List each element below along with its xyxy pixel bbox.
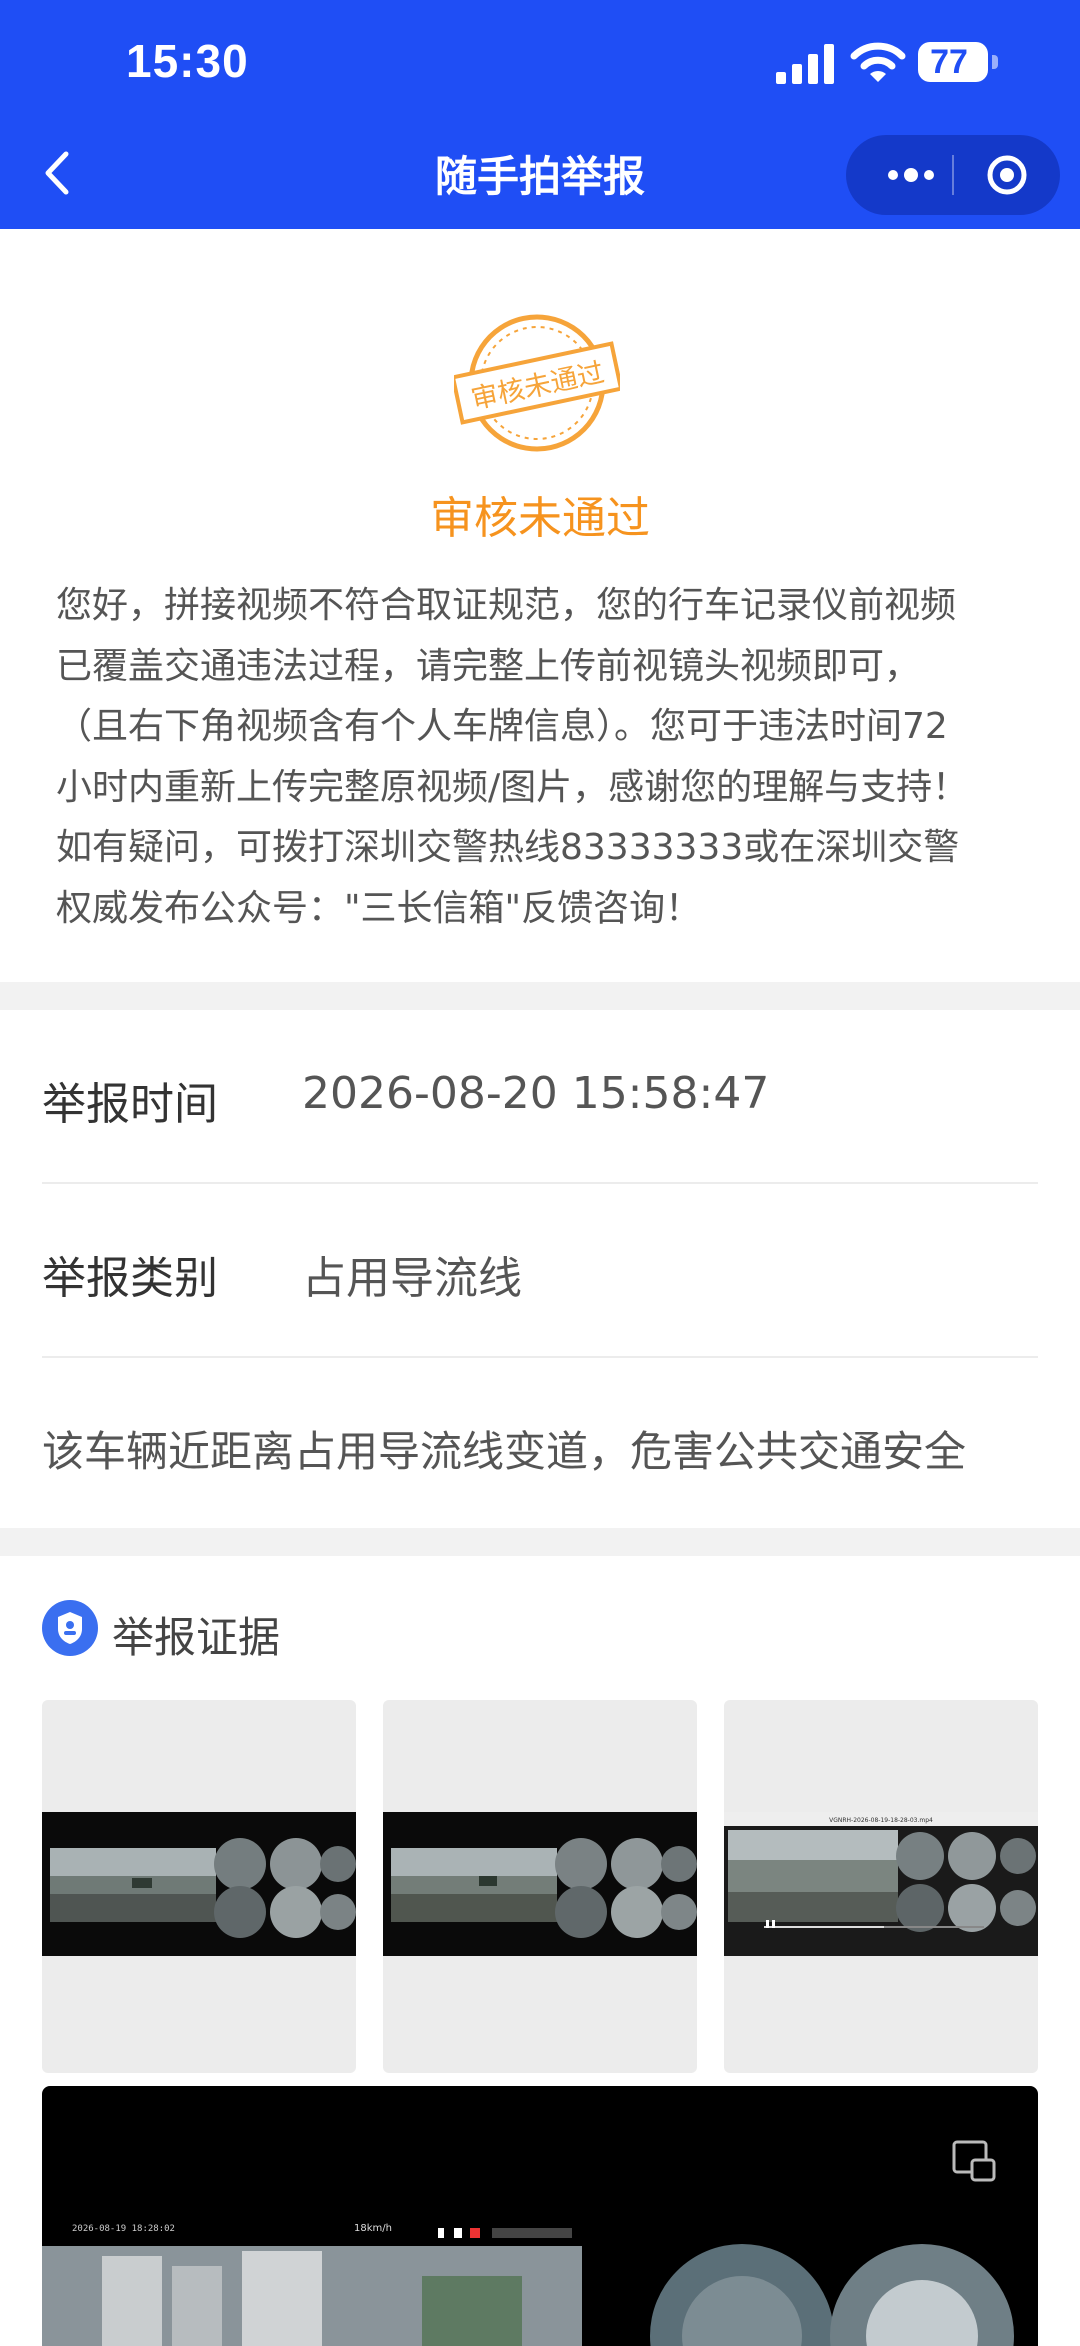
video-frame: [42, 2228, 1014, 2346]
divider: [42, 1356, 1038, 1358]
evidence-thumbnail[interactable]: VGNRH-2026-08-19-18-28-03.mp4: [724, 1700, 1038, 2073]
report-category-label: 举报类别: [42, 1253, 218, 1304]
thumbnail-frame: VGNRH-2026-08-19-18-28-03.mp4: [724, 1812, 1038, 1956]
evidence-title: 举报证据: [112, 1613, 281, 1662]
dashcam-image: [50, 1838, 356, 1938]
evidence-thumbnail[interactable]: [383, 1700, 697, 2073]
wifi-icon: [850, 42, 906, 82]
divider: [42, 1182, 1038, 1184]
message-line: （且右下角视频含有个人车牌信息）。您可于违法时间72: [56, 706, 948, 747]
report-category-value: 占用导流线: [302, 1253, 522, 1304]
thumbnail-frame: [383, 1812, 697, 1956]
battery-icon: 77: [918, 42, 988, 82]
svg-text:VGNRH-2026-08-19-18-28-03.mp4: VGNRH-2026-08-19-18-28-03.mp4: [829, 1817, 933, 1824]
message-line: 已覆盖交通违法过程，请完整上传前视镜头视频即可，: [56, 645, 921, 687]
message-line: 小时内重新上传完整原视频/图片，感谢您的理解与支持！: [56, 766, 969, 808]
report-description: 该车辆近距离占用导流线变道，危害公共交通安全: [42, 1427, 967, 1476]
section-gap: [0, 982, 1080, 1010]
evidence-video-player[interactable]: 2026-08-19 18:28:02 18km/h: [42, 2086, 1038, 2346]
mini-program-capsule: [846, 135, 1060, 215]
message-line: 如有疑问，可拨打深圳交警热线83333333或在深圳交警: [56, 827, 960, 868]
review-status: 审核未通过: [430, 493, 650, 544]
evidence-badge-icon: [42, 1600, 98, 1656]
more-icon[interactable]: [876, 135, 946, 215]
message-line: 权威发布公众号："三长信箱"反馈咨询！: [56, 887, 702, 929]
message-line: 您好，拼接视频不符合取证规范，您的行车记录仪前视频: [56, 585, 957, 626]
capsule-divider: [952, 155, 954, 195]
battery-nub: [992, 55, 998, 69]
screen-recording-image: VGNRH-2026-08-19-18-28-03.mp4: [724, 1812, 1038, 1932]
stamp-icon: 审核未通过: [454, 314, 620, 452]
evidence-thumbnail[interactable]: [42, 1700, 356, 2073]
battery-level: 77: [930, 43, 968, 81]
report-time-value: 2026-08-20 15:58:47: [302, 1068, 770, 1119]
close-mini-program-icon[interactable]: [986, 154, 1028, 196]
report-time-label: 举报时间: [42, 1079, 218, 1130]
top-header: 15:30 77 随手拍举报: [0, 0, 1080, 229]
thumbnail-frame: [42, 1812, 356, 1956]
section-gap: [0, 1528, 1080, 1556]
review-message: 您好，拼接视频不符合取证规范，您的行车记录仪前视频 已覆盖交通违法过程，请完整上…: [56, 576, 1026, 939]
dashcam-image: [391, 1838, 697, 1938]
status-time: 15:30: [126, 35, 249, 87]
signal-icon: [776, 44, 834, 84]
